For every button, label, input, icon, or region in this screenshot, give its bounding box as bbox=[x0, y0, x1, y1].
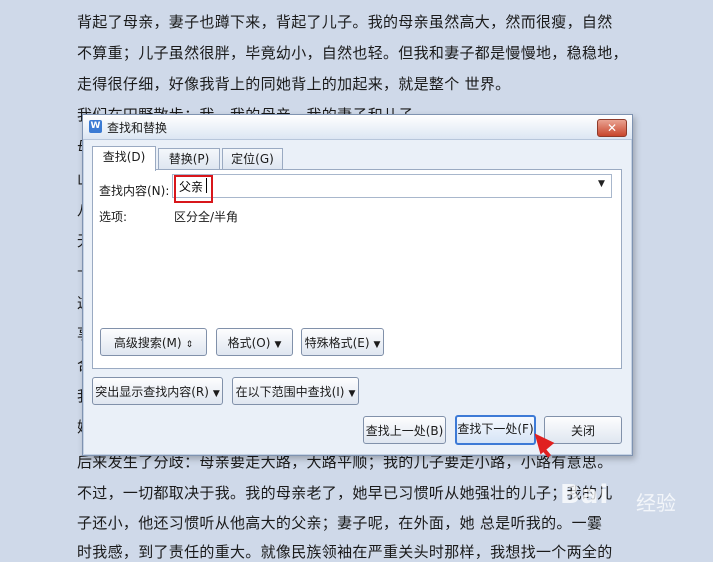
dialog-title: 查找和替换 bbox=[107, 121, 168, 135]
tab-goto[interactable]: 定位(G) bbox=[222, 148, 283, 170]
highlight-annotation-box bbox=[174, 175, 213, 203]
doc-line: 背起了母亲，妻子也蹲下来，背起了儿子。我的母亲虽然高大，然而很瘦，自然 bbox=[77, 13, 613, 31]
chevron-down-icon: ▼ bbox=[348, 389, 356, 399]
tab-find[interactable]: 查找(D) bbox=[92, 146, 156, 171]
doc-line: 子还小，他还习惯听从他高大的父亲；妻子呢，在外面，她 总是听我的。一霎 bbox=[77, 514, 603, 532]
options-label: 选项: bbox=[99, 210, 128, 224]
special-format-button[interactable]: 特殊格式(E) ▼ bbox=[301, 328, 384, 356]
doc-line: 走得很仔细，好像我背上的同她背上的加起来，就是整个 世界。 bbox=[77, 75, 511, 93]
highlight-results-label: 突出显示查找内容(R) bbox=[95, 385, 209, 399]
doc-line: 不过，一切都取决于我。我的母亲老了，她早已习惯听从她强壮的儿子；我的儿 bbox=[77, 484, 613, 502]
chevron-down-icon[interactable]: ▼ bbox=[598, 179, 605, 189]
advanced-search-button[interactable]: 高级搜索(M) ⇕ bbox=[100, 328, 207, 356]
find-content-label: 查找内容(N): bbox=[99, 184, 170, 198]
wps-writer-icon: W bbox=[89, 120, 102, 133]
find-previous-button[interactable]: 查找上一处(B) bbox=[363, 416, 446, 444]
expand-icon: ⇕ bbox=[185, 340, 194, 350]
chevron-down-icon: ▼ bbox=[274, 340, 282, 350]
find-content-input[interactable]: 父亲 ▼ bbox=[172, 174, 612, 198]
baidu-watermark-sub: 经验 bbox=[636, 491, 676, 515]
special-format-label: 特殊格式(E) bbox=[304, 336, 370, 350]
search-scope-button[interactable]: 在以下范围中查找(I) ▼ bbox=[232, 377, 359, 405]
baidu-watermark: Bai bbox=[560, 480, 610, 510]
doc-line: 时我感，到了责任的重大。就像民族领袖在严重关头时那样，我想找一个两全的 bbox=[77, 543, 613, 561]
close-icon[interactable]: ✕ bbox=[597, 119, 627, 137]
options-value: 区分全/半角 bbox=[174, 210, 239, 224]
tab-replace[interactable]: 替换(P) bbox=[158, 148, 220, 170]
dialog-titlebar[interactable]: W 查找和替换 ✕ bbox=[83, 115, 632, 140]
doc-line: 不算重；儿子虽然很胖，毕竟幼小，自然也轻。但我和妻子都是慢慢地，稳稳地， bbox=[77, 44, 628, 62]
format-label: 格式(O) bbox=[227, 336, 271, 350]
close-button[interactable]: 关闭 bbox=[544, 416, 622, 444]
highlight-results-button[interactable]: 突出显示查找内容(R) ▼ bbox=[92, 377, 223, 405]
search-scope-label: 在以下范围中查找(I) bbox=[235, 385, 345, 399]
find-next-button[interactable]: 查找下一处(F) bbox=[455, 415, 536, 445]
chevron-down-icon: ▼ bbox=[373, 340, 381, 350]
advanced-search-label: 高级搜索(M) bbox=[113, 336, 182, 350]
find-replace-dialog: W 查找和替换 ✕ 查找(D) 替换(P) 定位(G) 查找内容(N): 父亲 … bbox=[82, 114, 633, 456]
format-button[interactable]: 格式(O) ▼ bbox=[216, 328, 293, 356]
chevron-down-icon: ▼ bbox=[212, 389, 220, 399]
